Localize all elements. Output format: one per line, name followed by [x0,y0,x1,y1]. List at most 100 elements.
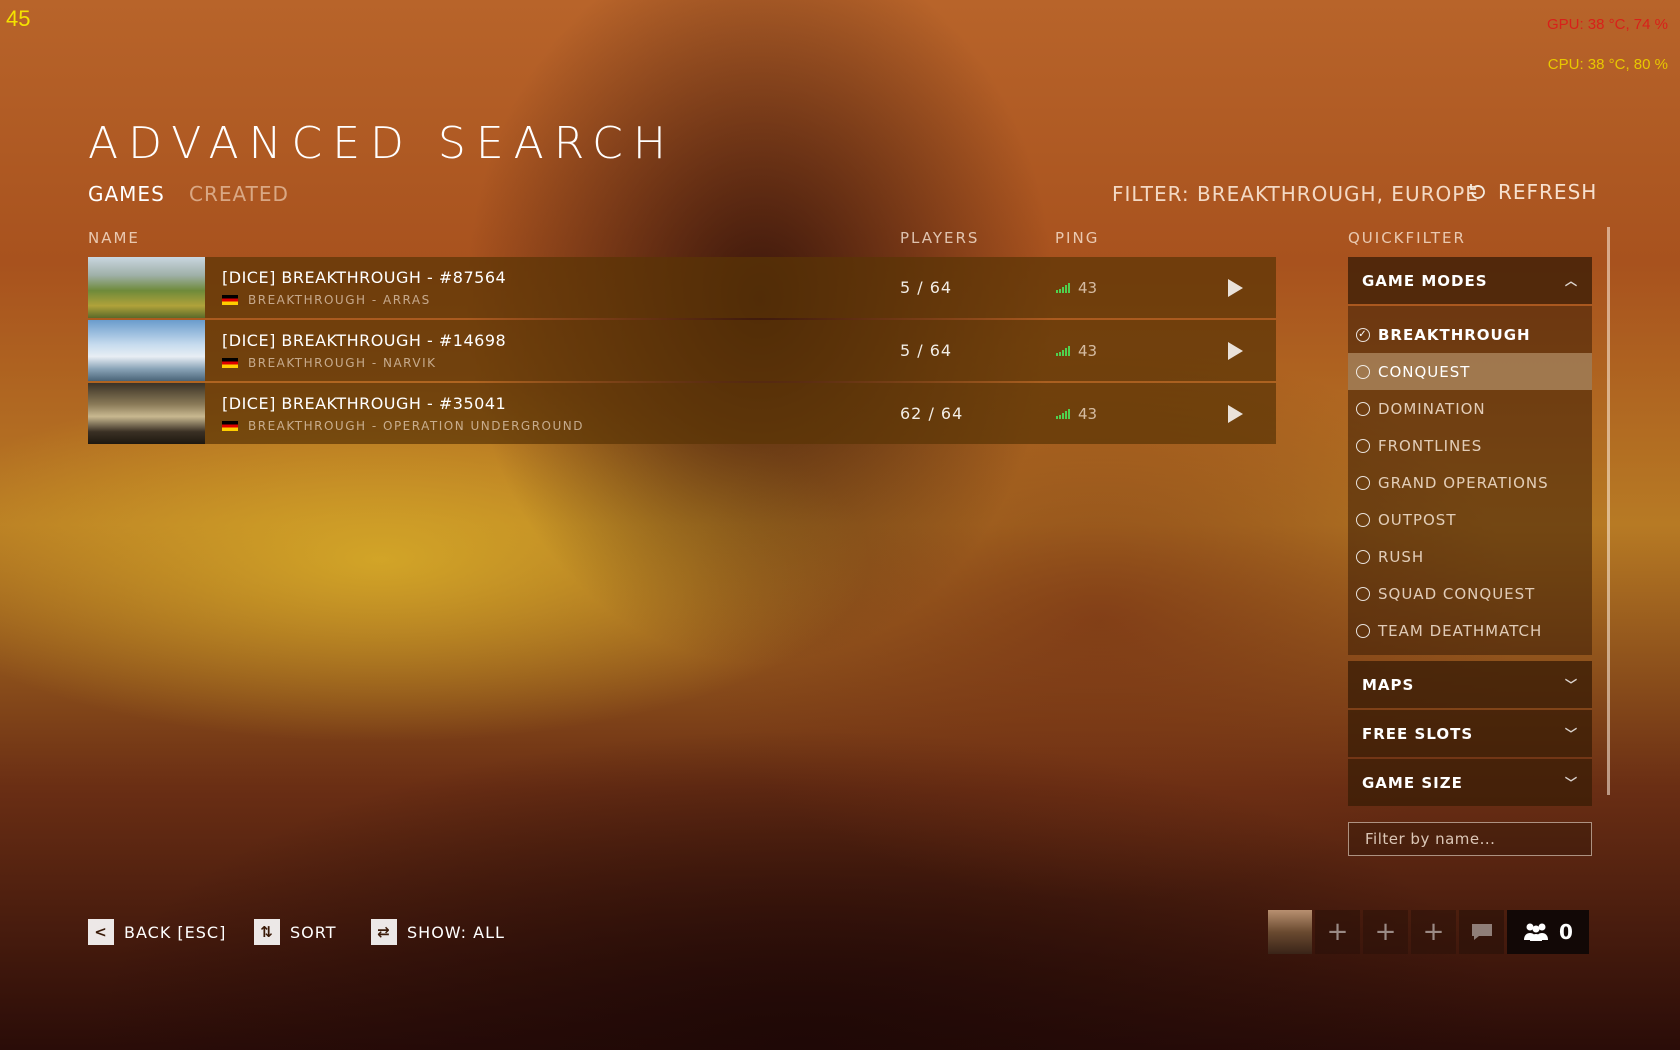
refresh-button[interactable]: REFRESH [1468,180,1597,204]
show-all-button[interactable]: ⇄ SHOW: ALL [371,919,505,945]
map-thumbnail [88,257,205,318]
refresh-icon [1470,184,1485,199]
column-header-players[interactable]: PLAYERS [900,229,979,247]
signal-icon [1056,408,1070,419]
show-key-icon: ⇄ [371,919,397,945]
mode-label: SQUAD CONQUEST [1378,584,1536,603]
radio-icon [1356,438,1370,453]
chevron-down-icon: ﹀ [1564,678,1578,692]
mode-label: GRAND OPERATIONS [1378,473,1549,492]
mode-label: RUSH [1378,547,1425,566]
mode-option-squad-conquest[interactable]: SQUAD CONQUEST [1348,575,1592,612]
mode-option-frontlines[interactable]: FRONTLINES [1348,427,1592,464]
server-name: [DICE] BREAKTHROUGH - #87564 [222,268,507,287]
server-row[interactable]: [DICE] BREAKTHROUGH - #14698 BREAKTHROUG… [88,320,1276,381]
mode-option-grand-operations[interactable]: GRAND OPERATIONS [1348,464,1592,501]
radio-icon [1356,623,1370,638]
back-button[interactable]: < BACK [ESC] [88,919,226,945]
chat-icon [1471,924,1492,940]
map-thumbnail [88,383,205,444]
quickfilter-scrollbar[interactable] [1607,227,1610,795]
mode-option-rush[interactable]: RUSH [1348,538,1592,575]
mode-option-conquest[interactable]: CONQUEST [1348,353,1592,390]
game-modes-header[interactable]: GAME MODES ︿ [1348,257,1592,304]
chevron-down-icon: ﹀ [1564,776,1578,790]
game-size-title: GAME SIZE [1362,773,1463,792]
mode-label: CONQUEST [1378,362,1471,381]
refresh-label: REFRESH [1498,180,1598,204]
party-button[interactable]: 0 [1507,910,1589,954]
mode-label: DOMINATION [1378,399,1486,418]
fps-counter: 45 [6,6,31,31]
show-label: SHOW: ALL [407,922,505,942]
tab-created[interactable]: CREATED [189,182,289,206]
sort-button[interactable]: ⇅ SORT [254,919,336,945]
server-row[interactable]: [DICE] BREAKTHROUGH - #35041 BREAKTHROUG… [88,383,1276,444]
flag-icon [222,295,238,305]
server-name: [DICE] BREAKTHROUGH - #14698 [222,331,507,350]
server-ping: 43 [1078,341,1098,360]
radio-icon [1356,475,1370,490]
free-slots-title: FREE SLOTS [1362,724,1474,743]
chat-button[interactable] [1459,910,1504,954]
plus-icon: + [1422,917,1445,947]
back-label: BACK [ESC] [124,922,227,942]
mode-label: OUTPOST [1378,510,1457,529]
server-mode-map: BREAKTHROUGH - ARRAS [248,293,431,307]
server-ping: 43 [1078,404,1098,423]
play-icon[interactable] [1228,404,1243,423]
plus-icon: + [1326,917,1349,947]
maps-header[interactable]: MAPS ﹀ [1348,661,1592,708]
sort-key-icon: ⇅ [254,919,280,945]
play-icon[interactable] [1228,278,1243,297]
server-players: 5 / 64 [900,341,953,360]
cpu-stats: CPU: 38 °C, 80 % [1547,56,1668,73]
flag-icon [222,421,238,431]
server-list: [DICE] BREAKTHROUGH - #87564 BREAKTHROUG… [88,257,1276,446]
mode-option-outpost[interactable]: OUTPOST [1348,501,1592,538]
flag-icon [222,358,238,368]
gpu-stats: GPU: 38 °C, 74 % [1546,16,1668,33]
server-mode-map: BREAKTHROUGH - NARVIK [248,356,437,370]
active-filter-summary: FILTER: BREAKTHROUGH, EUROPE [1112,182,1479,206]
radio-icon [1356,586,1370,601]
plus-icon: + [1374,917,1397,947]
sort-label: SORT [290,922,337,942]
server-ping: 43 [1078,278,1098,297]
game-size-header[interactable]: GAME SIZE ﹀ [1348,759,1592,806]
map-thumbnail [88,320,205,381]
server-row[interactable]: [DICE] BREAKTHROUGH - #87564 BREAKTHROUG… [88,257,1276,318]
server-players: 5 / 64 [900,278,953,297]
column-header-name[interactable]: NAME [88,229,140,247]
avatar[interactable] [1268,910,1312,954]
add-squad-slot[interactable]: + [1315,910,1360,954]
page-title: ADVANCED SEARCH [88,118,676,169]
column-header-ping[interactable]: PING [1055,229,1099,247]
play-icon[interactable] [1228,341,1243,360]
party-count: 0 [1559,920,1573,944]
server-mode-map: BREAKTHROUGH - OPERATION UNDERGROUND [248,419,584,433]
chevron-up-icon: ︿ [1564,274,1578,288]
check-icon: ✓ [1356,327,1370,342]
chevron-down-icon: ﹀ [1564,727,1578,741]
add-squad-slot[interactable]: + [1411,910,1456,954]
name-filter-input[interactable] [1348,822,1592,856]
game-modes-title: GAME MODES [1362,271,1488,290]
mode-option-team-deathmatch[interactable]: TEAM DEATHMATCH [1348,612,1592,649]
game-modes-list: ✓ BREAKTHROUGH CONQUEST DOMINATION FRONTL… [1348,306,1592,655]
mode-label: TEAM DEATHMATCH [1378,621,1543,640]
mode-label: FRONTLINES [1378,436,1483,455]
mode-option-breakthrough[interactable]: ✓ BREAKTHROUGH [1348,316,1592,353]
social-bar: + + + 0 [1268,910,1589,954]
add-squad-slot[interactable]: + [1363,910,1408,954]
quickfilter-panel: GAME MODES ︿ ✓ BREAKTHROUGH CONQUEST DOMI… [1348,257,1592,806]
signal-icon [1056,282,1070,293]
server-players: 62 / 64 [900,404,964,423]
back-key-icon: < [88,919,114,945]
radio-icon [1356,512,1370,527]
free-slots-header[interactable]: FREE SLOTS ﹀ [1348,710,1592,757]
radio-icon [1356,364,1370,379]
quickfilter-label: QUICKFILTER [1348,229,1466,247]
tab-games[interactable]: GAMES [88,182,165,206]
mode-option-domination[interactable]: DOMINATION [1348,390,1592,427]
